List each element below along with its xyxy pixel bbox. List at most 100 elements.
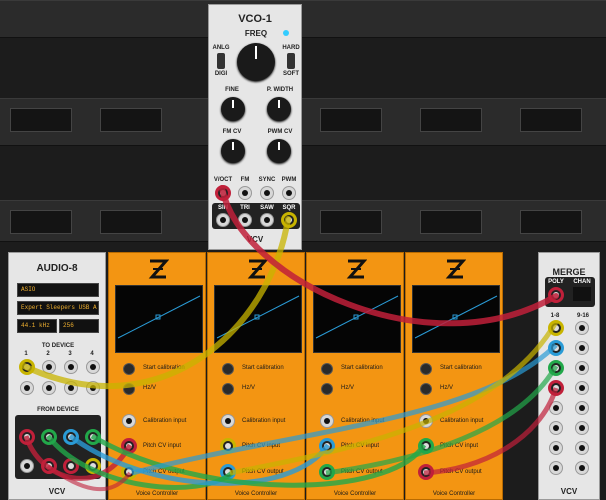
- start-calibration-button[interactable]: [420, 363, 432, 375]
- voct-input-jack[interactable]: [215, 185, 231, 201]
- pwm-cv-knob[interactable]: [267, 139, 291, 163]
- sqr-output-jack[interactable]: [281, 212, 297, 228]
- saw-output-jack[interactable]: [260, 213, 274, 227]
- hzv-label: Hz/V: [242, 385, 256, 391]
- pitch-cv-input-jack[interactable]: [418, 438, 434, 454]
- hzv-label: Hz/V: [341, 385, 355, 391]
- driver-display[interactable]: ASIO: [17, 283, 99, 297]
- rack-slot: [10, 108, 72, 132]
- fine-knob[interactable]: [221, 97, 245, 121]
- from-device-jack-3[interactable]: [63, 429, 79, 445]
- hzv-button[interactable]: [123, 383, 135, 395]
- pulse-width-knob[interactable]: [267, 97, 291, 121]
- pitch-cv-input-jack[interactable]: [121, 438, 137, 454]
- to-device-jack-4[interactable]: [86, 360, 100, 374]
- merge-input-jack[interactable]: [575, 441, 589, 455]
- merge-input-jack[interactable]: [548, 360, 564, 376]
- hzv-button[interactable]: [222, 383, 234, 395]
- to-device-jack-1[interactable]: [19, 359, 35, 375]
- merge-input-jack[interactable]: [549, 401, 563, 415]
- tri-output-jack[interactable]: [238, 213, 252, 227]
- merge-input-jack[interactable]: [575, 381, 589, 395]
- scope-display: [313, 285, 401, 353]
- channel-display: [573, 287, 591, 301]
- device-display[interactable]: Expert Sleepers USB A: [17, 301, 99, 315]
- to-device-jack-5[interactable]: [20, 381, 34, 395]
- z-logo-icon: [445, 259, 466, 279]
- fm-input-jack[interactable]: [238, 186, 252, 200]
- z-logo-icon: [148, 259, 169, 279]
- tri-label: TRI: [240, 205, 250, 211]
- pitch-cv-input-jack[interactable]: [319, 438, 335, 454]
- poly-output-jack[interactable]: [548, 287, 564, 303]
- voct-label: V/OCT: [213, 177, 233, 183]
- freq-knob[interactable]: [237, 43, 275, 81]
- hzv-button[interactable]: [420, 383, 432, 395]
- calibration-input-jack[interactable]: [122, 414, 136, 428]
- calibration-input-jack[interactable]: [419, 414, 433, 428]
- start-calibration-button[interactable]: [321, 363, 333, 375]
- pitch-cv-output-jack[interactable]: [121, 464, 137, 480]
- start-calibration-button[interactable]: [222, 363, 234, 375]
- pitch-cv-output-jack[interactable]: [319, 464, 335, 480]
- rack-slot: [100, 210, 162, 234]
- to-device-jack-3[interactable]: [64, 360, 78, 374]
- merge-input-jack[interactable]: [575, 341, 589, 355]
- group-1-8-label: 1-8: [550, 313, 560, 319]
- pitch-cv-output-label: Pitch CV output: [242, 469, 284, 475]
- pitch-cv-input-jack[interactable]: [220, 438, 236, 454]
- saw-label: SAW: [260, 205, 274, 211]
- merge-input-jack[interactable]: [575, 461, 589, 475]
- merge-input-jack[interactable]: [548, 340, 564, 356]
- hzv-button[interactable]: [321, 383, 333, 395]
- sync-switch[interactable]: [287, 53, 295, 69]
- merge-input-jack[interactable]: [548, 320, 564, 336]
- audio-module[interactable]: AUDIO-8 ASIO Expert Sleepers USB A 44.1 …: [8, 252, 106, 500]
- voice-controller-module[interactable]: Start calibration Hz/V Calibration input Pi…: [207, 252, 305, 500]
- merge-input-jack[interactable]: [548, 380, 564, 396]
- merge-input-jack[interactable]: [575, 321, 589, 335]
- vco-module[interactable]: VCO-1 FREQ ANLG DIGI HARD SOFT FINE P. W…: [208, 4, 302, 250]
- calibration-input-jack[interactable]: [320, 414, 334, 428]
- to-device-jack-7[interactable]: [64, 381, 78, 395]
- poly-label: POLY: [548, 279, 564, 285]
- pwm-input-jack[interactable]: [282, 186, 296, 200]
- from-device-jack-2[interactable]: [41, 429, 57, 445]
- to-device-jack-2[interactable]: [42, 360, 56, 374]
- from-device-jack-4[interactable]: [85, 429, 101, 445]
- pitch-cv-input-label: Pitch CV input: [341, 443, 380, 449]
- pitch-cv-output-jack[interactable]: [220, 464, 236, 480]
- merge-module[interactable]: MERGE POLY CHAN 1-8 9-16 VCV: [538, 252, 600, 500]
- from-device-jack-1[interactable]: [19, 429, 35, 445]
- sin-output-jack[interactable]: [216, 213, 230, 227]
- voice-controller-module[interactable]: Start calibration Hz/V Calibration input Pi…: [108, 252, 206, 500]
- merge-input-jack[interactable]: [575, 401, 589, 415]
- sqr-label: SQR: [282, 205, 296, 211]
- to-device-jack-6[interactable]: [42, 381, 56, 395]
- from-device-jack-7[interactable]: [63, 458, 79, 474]
- from-device-jack-6[interactable]: [41, 458, 57, 474]
- to-device-jack-8[interactable]: [86, 381, 100, 395]
- merge-input-jack[interactable]: [549, 441, 563, 455]
- merge-input-jack[interactable]: [575, 361, 589, 375]
- voice-controller-module[interactable]: Start calibration Hz/V Calibration input Pi…: [306, 252, 404, 500]
- soft-label: SOFT: [283, 71, 299, 77]
- from-device-jack-8[interactable]: [85, 458, 101, 474]
- calibration-input-label: Calibration input: [341, 418, 385, 424]
- audio-title: AUDIO-8: [36, 263, 78, 274]
- voice-controller-module[interactable]: Start calibration Hz/V Calibration input Pi…: [405, 252, 503, 500]
- calibration-input-jack[interactable]: [221, 414, 235, 428]
- digi-label: DIGI: [214, 71, 228, 77]
- analog-switch[interactable]: [217, 53, 225, 69]
- start-calibration-label: Start calibration: [242, 365, 284, 371]
- pitch-cv-output-jack[interactable]: [418, 464, 434, 480]
- block-size-display[interactable]: 256: [59, 319, 99, 333]
- sync-input-jack[interactable]: [260, 186, 274, 200]
- sample-rate-display[interactable]: 44.1 kHz: [17, 319, 57, 333]
- merge-input-jack[interactable]: [575, 421, 589, 435]
- fm-cv-knob[interactable]: [221, 139, 245, 163]
- from-device-jack-5[interactable]: [20, 459, 34, 473]
- merge-input-jack[interactable]: [549, 461, 563, 475]
- start-calibration-button[interactable]: [123, 363, 135, 375]
- merge-input-jack[interactable]: [549, 421, 563, 435]
